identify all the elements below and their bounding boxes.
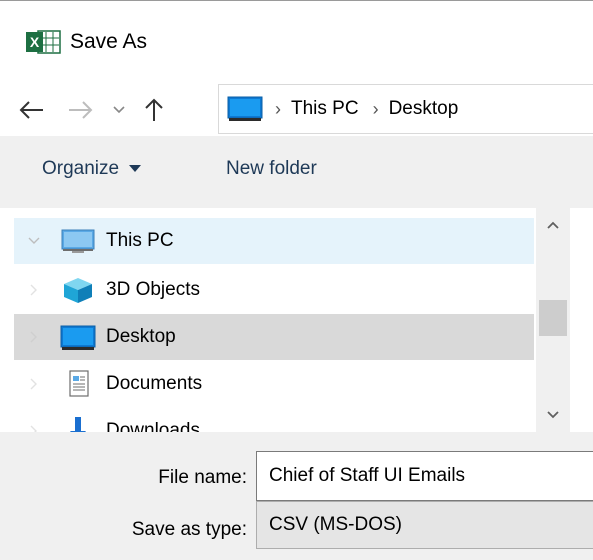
forward-arrow-icon [69, 101, 93, 119]
tree-item-label: Desktop [106, 326, 176, 347]
tree-item-label: Documents [106, 373, 203, 394]
scroll-thumb[interactable] [539, 300, 567, 336]
organize-button[interactable]: Organize [42, 158, 142, 180]
download-icon [70, 417, 86, 432]
tree-item-label: 3D Objects [106, 279, 200, 300]
back-arrow-icon [19, 101, 43, 119]
document-icon [69, 370, 89, 397]
expand-chevron-icon[interactable] [24, 327, 44, 347]
cube-icon [64, 278, 92, 303]
computer-icon [227, 96, 263, 121]
expand-chevron-icon[interactable] [24, 280, 44, 300]
back-button[interactable] [12, 90, 52, 130]
breadcrumb-desktop[interactable]: Desktop [389, 98, 459, 120]
tree-item-documents[interactable]: Documents [14, 361, 534, 407]
expand-chevron-icon[interactable] [24, 421, 44, 432]
navigation-row: › This PC › Desktop [0, 82, 593, 136]
chevron-down-icon [547, 411, 559, 419]
expand-chevron-icon[interactable] [24, 231, 44, 251]
save-form: File name: Save as type: CSV (MS-DOS) [0, 432, 593, 560]
navigation-pane[interactable]: This PC 3D Objects Desktop Documents Dow… [0, 208, 577, 432]
vertical-scrollbar[interactable] [536, 208, 570, 432]
recent-locations-button[interactable] [104, 92, 134, 128]
tree-item-label: Downloads [106, 420, 200, 432]
save-as-type-dropdown[interactable]: CSV (MS-DOS) [256, 501, 593, 549]
dropdown-arrow-icon [129, 165, 142, 172]
expand-chevron-icon[interactable] [24, 374, 44, 394]
file-name-input[interactable] [256, 451, 593, 501]
desktop-icon [60, 325, 96, 350]
tree-item-3d-objects[interactable]: 3D Objects [14, 267, 534, 313]
up-button[interactable] [134, 90, 174, 130]
command-bar: Organize New folder [0, 136, 593, 208]
address-bar[interactable]: › This PC › Desktop [218, 84, 593, 134]
chevron-up-icon [547, 221, 559, 229]
scroll-down-button[interactable] [536, 398, 570, 432]
tree-item-desktop[interactable]: Desktop [14, 314, 534, 360]
save-as-type-label: Save as type: [131, 519, 247, 540]
scroll-up-button[interactable] [536, 208, 570, 242]
chevron-down-icon [113, 106, 125, 114]
tree-item-downloads[interactable]: Downloads [14, 408, 534, 432]
excel-icon: X [26, 30, 61, 54]
organize-label: Organize [42, 158, 120, 179]
up-arrow-icon [145, 98, 163, 121]
tree-item-this-pc[interactable]: This PC [14, 218, 534, 264]
breadcrumb-this-pc[interactable]: This PC [291, 98, 359, 120]
title-bar: X Save As [0, 0, 593, 82]
breadcrumb-separator-icon: › [372, 99, 379, 119]
computer-icon [61, 229, 95, 253]
breadcrumb-separator-icon: › [275, 99, 281, 119]
new-folder-button[interactable]: New folder [226, 158, 317, 180]
svg-text:X: X [30, 34, 40, 50]
file-name-label: File name: [158, 467, 247, 488]
forward-button[interactable] [60, 90, 100, 130]
window-title: Save As [70, 30, 148, 53]
tree-item-label: This PC [106, 230, 174, 251]
